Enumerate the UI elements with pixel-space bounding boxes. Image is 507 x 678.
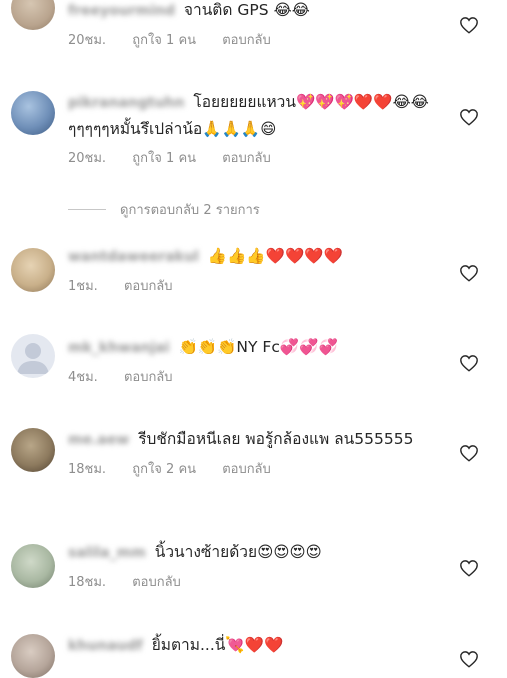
heart-outline-icon[interactable] <box>459 354 479 372</box>
avatar[interactable] <box>11 334 55 378</box>
reply-button[interactable]: ตอบกลับ <box>124 370 173 385</box>
reply-button[interactable]: ตอบกลับ <box>132 575 181 590</box>
comment-username[interactable]: pikranangtuhn <box>68 90 184 116</box>
comment-text: ยิ้มตาม...นี่💘❤️❤️ <box>151 636 284 654</box>
comment-meta: 20ชม. ถูกใจ 1 คน ตอบกลับ <box>68 29 455 48</box>
comment-time: 18ชม. <box>68 575 107 590</box>
view-replies-label: ดูการตอบกลับ 2 รายการ <box>120 203 260 218</box>
comment-username[interactable]: mk_khwanjai <box>68 335 170 361</box>
comment-text-row: me.aew รีบชักมือหนีเลย พอรู้กล้องแพ ลน55… <box>68 426 455 453</box>
view-replies-button[interactable]: ดูการตอบกลับ 2 รายการ <box>68 199 260 220</box>
comment-text-row: salila_mm นิ้วนางซ้ายด้วย😍😍😍😍 <box>68 539 455 566</box>
avatar[interactable] <box>11 91 55 135</box>
comment-time: 18ชม. <box>68 462 107 477</box>
comment-username[interactable]: wantdaweerakul <box>68 244 199 270</box>
heart-outline-icon[interactable] <box>459 444 479 462</box>
comment-meta: 1ชม. ตอบกลับ <box>68 275 455 294</box>
comment-time: 4ชม. <box>68 370 98 385</box>
heart-outline-icon[interactable] <box>459 264 479 282</box>
comment-meta: 18ชม. ถูกใจ 2 คน ตอบกลับ <box>68 458 455 477</box>
comment-meta: 18ชม. ตอบกลับ <box>68 571 455 590</box>
comment-time: 1ชม. <box>68 279 98 294</box>
avatar[interactable] <box>11 248 55 292</box>
avatar[interactable] <box>11 428 55 472</box>
heart-outline-icon[interactable] <box>459 108 479 126</box>
comment-meta: 20ชม. ถูกใจ 1 คน ตอบกลับ <box>68 147 455 166</box>
reply-button[interactable]: ตอบกลับ <box>124 279 173 294</box>
comment-text: รีบชักมือหนีเลย พอรู้กล้องแพ ลน555555 <box>138 430 414 448</box>
reply-button[interactable]: ตอบกลับ <box>222 33 271 48</box>
comment-text-row: khunaudf ยิ้มตาม...นี่💘❤️❤️ <box>68 632 455 659</box>
comment-text: 👍👍👍❤️❤️❤️❤️ <box>207 247 343 265</box>
heart-outline-icon[interactable] <box>459 16 479 34</box>
comment-username[interactable]: freeyourmind <box>68 0 175 24</box>
comment-username[interactable]: me.aew <box>68 427 129 453</box>
comment-username[interactable]: khunaudf <box>68 633 143 659</box>
comment-likes[interactable]: ถูกใจ 2 คน <box>132 462 196 477</box>
comment-text-row: mk_khwanjai 👏👏👏NY Fc💞💞💞 <box>68 334 455 361</box>
comment-text: นิ้วนางซ้ายด้วย😍😍😍😍 <box>154 543 322 561</box>
comment-username[interactable]: salila_mm <box>68 540 146 566</box>
comment-text: จานติด GPS 😂😂 <box>183 1 310 19</box>
reply-button[interactable]: ตอบกลับ <box>222 462 271 477</box>
comment-text-row: freeyourmind จานติด GPS 😂😂 <box>68 0 455 24</box>
reply-button[interactable]: ตอบกลับ <box>222 151 271 166</box>
comment-likes[interactable]: ถูกใจ 1 คน <box>132 33 196 48</box>
comment-meta: 4ชม. ตอบกลับ <box>68 366 455 385</box>
divider <box>68 209 106 210</box>
default-avatar-icon <box>17 343 49 374</box>
heart-outline-icon[interactable] <box>459 559 479 577</box>
avatar[interactable] <box>11 544 55 588</box>
comment-text-row: wantdaweerakul 👍👍👍❤️❤️❤️❤️ <box>68 243 455 270</box>
avatar[interactable] <box>11 0 55 30</box>
heart-outline-icon[interactable] <box>459 650 479 668</box>
comment-time: 20ชม. <box>68 33 107 48</box>
comment-time: 20ชม. <box>68 151 107 166</box>
comment-text: 👏👏👏NY Fc💞💞💞 <box>178 338 338 356</box>
avatar[interactable] <box>11 634 55 678</box>
comment-likes[interactable]: ถูกใจ 1 คน <box>132 151 196 166</box>
comment-text-row: pikranangtuhn โอยยยยยแหวน💖💖💖❤️❤️😂😂ๆๆๆๆๆห… <box>68 89 455 142</box>
